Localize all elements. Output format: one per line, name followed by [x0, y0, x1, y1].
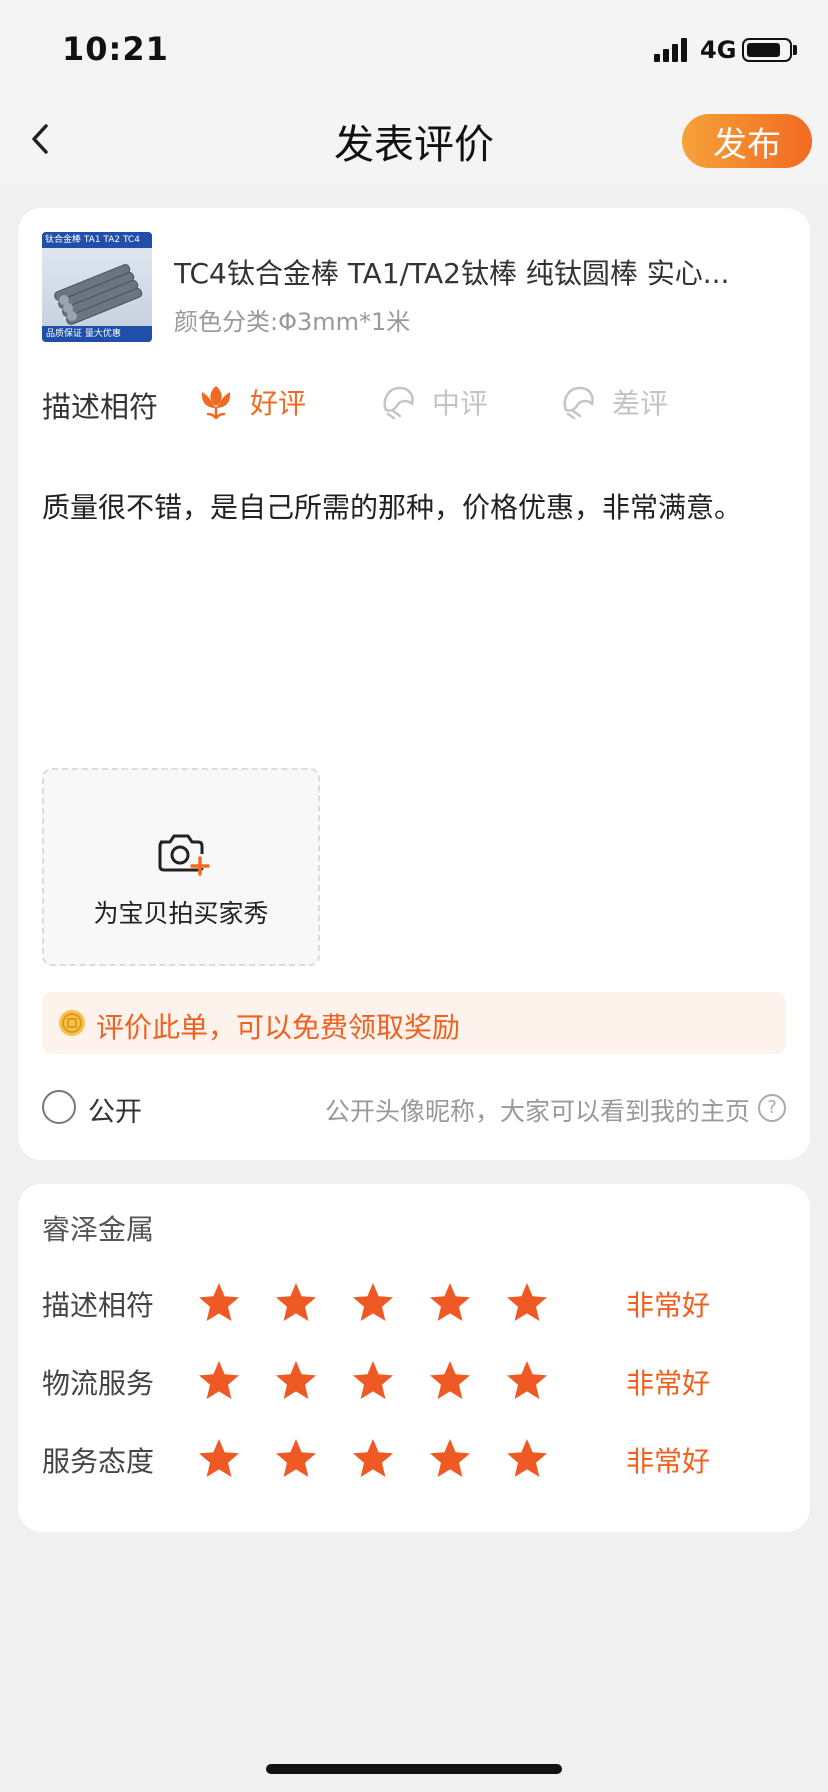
- public-description: 公开头像昵称，大家可以看到我的主页: [324, 1097, 750, 1126]
- rating-option-bad[interactable]: 差评: [558, 380, 668, 424]
- rating-label: 描述相符: [42, 390, 159, 424]
- nav-bar: 发表评价 发布: [0, 100, 828, 184]
- coin-icon: [59, 1010, 85, 1036]
- star-icon[interactable]: [273, 1358, 319, 1404]
- add-photo-button[interactable]: 为宝贝拍买家秀: [42, 768, 320, 966]
- score-text: 非常好: [626, 1289, 711, 1322]
- back-button[interactable]: [24, 114, 74, 164]
- shop-score-card: 睿泽金属 描述相符 非常好 物流服务 非常好 服务态度 非常好: [18, 1184, 810, 1532]
- score-text: 非常好: [626, 1445, 711, 1478]
- score-label: 物流服务: [42, 1367, 155, 1400]
- reward-banner[interactable]: 评价此单，可以免费领取奖励: [42, 992, 786, 1054]
- star-icon[interactable]: [196, 1280, 242, 1326]
- score-text: 非常好: [626, 1367, 711, 1400]
- star-icon[interactable]: [427, 1280, 473, 1326]
- shop-name: 睿泽金属: [42, 1213, 155, 1246]
- rating-option-good-label: 好评: [250, 387, 307, 420]
- public-option-row: 公开 公开头像昵称，大家可以看到我的主页 ?: [42, 1088, 786, 1128]
- score-row-logistics: 物流服务 非常好: [42, 1356, 786, 1406]
- flower-icon: [201, 386, 231, 420]
- score-label: 描述相符: [42, 1289, 155, 1322]
- star-icon[interactable]: [427, 1358, 473, 1404]
- signal-icon: [654, 38, 690, 62]
- review-card: 钛合金棒 TA1 TA2 TC4 品质保证 量大优惠 TC4钛合金棒 TA1/T…: [18, 208, 810, 1160]
- product-thumbnail[interactable]: 钛合金棒 TA1 TA2 TC4 品质保证 量大优惠: [42, 232, 152, 342]
- battery-cap: [793, 45, 797, 55]
- product-spec: 颜色分类:Φ3mm*1米: [174, 308, 411, 336]
- rating-option-bad-label: 差评: [612, 387, 669, 420]
- star-icon[interactable]: [504, 1436, 550, 1482]
- status-bar: 10:21 4G: [0, 0, 828, 100]
- star-icon[interactable]: [504, 1358, 550, 1404]
- public-label: 公开: [88, 1097, 142, 1128]
- rods-graphic: [54, 264, 143, 325]
- star-icon[interactable]: [273, 1436, 319, 1482]
- public-radio[interactable]: [42, 1090, 76, 1124]
- star-icon[interactable]: [350, 1436, 396, 1482]
- score-row-description: 描述相符 非常好: [42, 1278, 786, 1328]
- network-type: 4G: [700, 36, 737, 64]
- star-icon[interactable]: [273, 1280, 319, 1326]
- star-icon[interactable]: [504, 1280, 550, 1326]
- rating-option-neutral-label: 中评: [432, 387, 489, 420]
- publish-button[interactable]: 发布: [682, 114, 812, 168]
- thumb-footer-text: 品质保证 量大优惠: [42, 326, 152, 342]
- score-row-service: 服务态度 非常好: [42, 1434, 786, 1484]
- star-icon[interactable]: [196, 1436, 242, 1482]
- question-mark-icon[interactable]: ?: [758, 1094, 786, 1122]
- score-label: 服务态度: [42, 1445, 155, 1478]
- add-photo-label: 为宝贝拍买家秀: [93, 899, 269, 928]
- product-title: TC4钛合金棒 TA1/TA2钛棒 纯钛圆棒 实心...: [174, 257, 730, 290]
- home-indicator: [266, 1764, 562, 1774]
- sad-face-icon: [563, 386, 594, 420]
- rating-option-neutral[interactable]: 中评: [378, 380, 488, 424]
- star-icon[interactable]: [350, 1280, 396, 1326]
- status-time: 10:21: [62, 30, 169, 68]
- star-icon[interactable]: [427, 1436, 473, 1482]
- rating-option-good[interactable]: 好评: [196, 380, 306, 424]
- star-icon[interactable]: [196, 1358, 242, 1404]
- camera-plus-icon: [158, 834, 210, 876]
- reward-text: 评价此单，可以免费领取奖励: [96, 1011, 461, 1044]
- review-textarea[interactable]: 质量很不错，是自己所需的那种，价格优惠，非常满意。: [42, 486, 786, 530]
- battery-icon: [742, 38, 792, 62]
- thumb-banner-text: 钛合金棒 TA1 TA2 TC4: [42, 232, 152, 248]
- titanium-rods-image: [42, 248, 152, 326]
- review-page: 10:21 4G 发表评价 发布 钛合金棒 TA1 TA2 TC4 品质保证 量…: [0, 0, 828, 1792]
- star-icon[interactable]: [350, 1358, 396, 1404]
- neutral-face-icon: [383, 386, 414, 420]
- chevron-left-icon: [32, 124, 48, 154]
